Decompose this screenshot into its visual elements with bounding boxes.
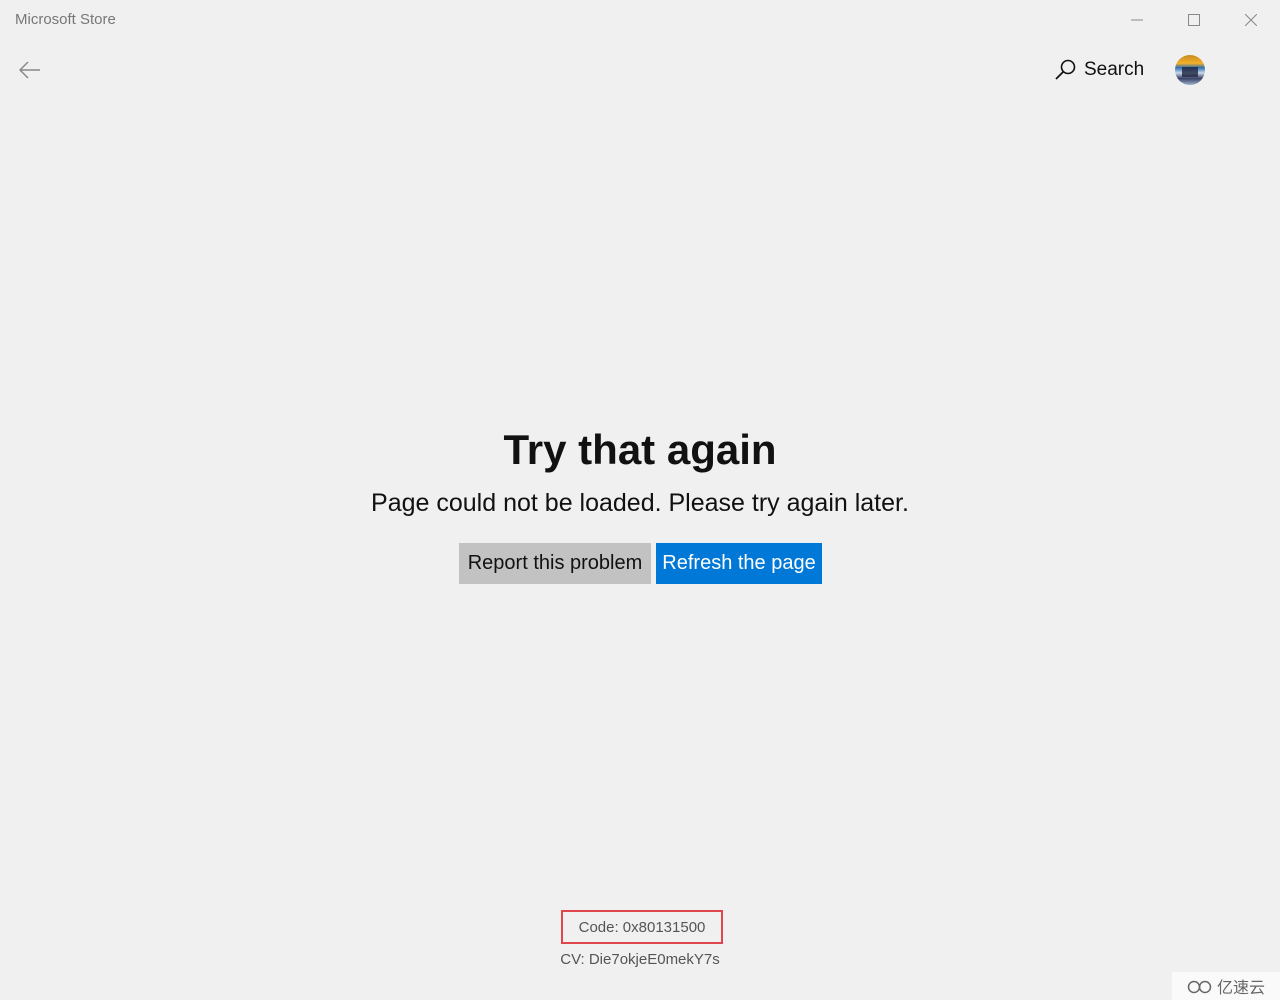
maximize-button[interactable] [1166,0,1222,40]
error-page: Try that again Page could not be loaded.… [0,100,1280,1000]
correlation-vector: CV: Die7okjeE0mekY7s [560,951,720,968]
search-label: Search [1084,59,1145,80]
user-avatar[interactable] [1175,55,1205,85]
refresh-page-button[interactable]: Refresh the page [656,543,822,584]
close-icon [1245,14,1257,26]
minimize-button[interactable] [1109,0,1165,40]
back-arrow-icon [19,61,40,79]
app-title: Microsoft Store [15,11,116,28]
back-button[interactable] [12,52,48,88]
error-code: Code: 0x80131500 [561,910,723,944]
error-title: Try that again [503,426,777,473]
search-button[interactable]: Search [1054,54,1144,86]
search-icon [1055,59,1076,80]
watermark: 亿速云 [1172,972,1280,1000]
maximize-icon [1188,14,1200,26]
watermark-text: 亿速云 [1216,980,1265,997]
nav-bar: Search [0,40,1280,100]
close-button[interactable] [1223,0,1279,40]
minimize-icon [1131,19,1143,21]
cloud-logo-icon [1187,980,1212,994]
error-message: Page could not be loaded. Please try aga… [371,489,909,517]
report-problem-button[interactable]: Report this problem [459,543,651,584]
title-bar: Microsoft Store [0,0,1280,40]
